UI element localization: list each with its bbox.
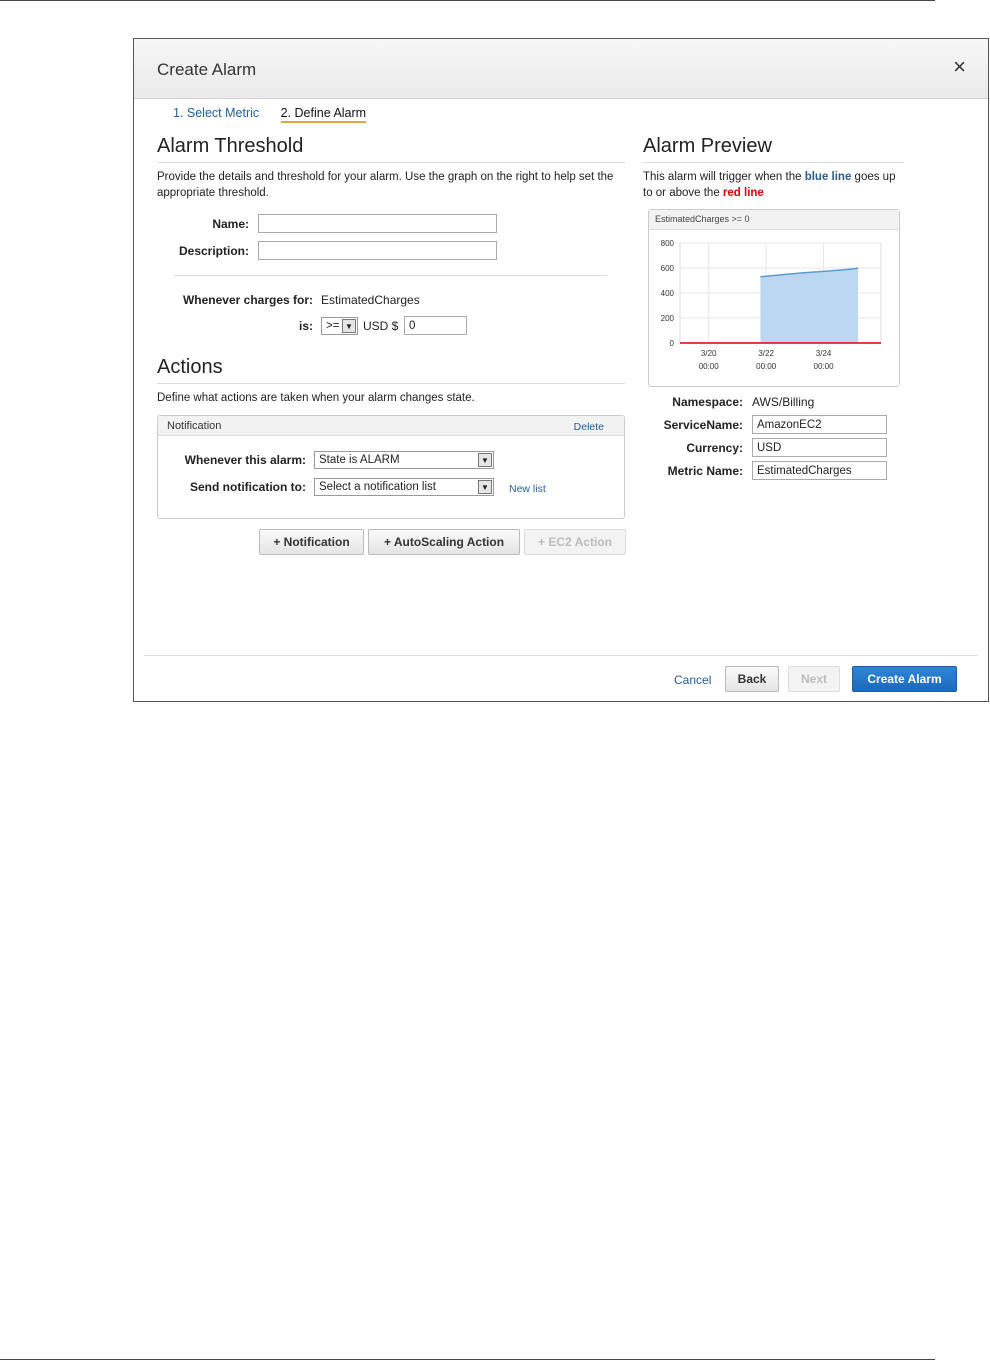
back-button[interactable]: Back xyxy=(725,666,779,692)
delete-notification-link[interactable]: Delete xyxy=(574,421,604,433)
alarm-state-select[interactable]: State is ALARM ▼ xyxy=(314,451,494,469)
footer-divider xyxy=(144,655,978,656)
threshold-description: Provide the details and threshold for yo… xyxy=(157,171,614,199)
dropdown-arrow-icon: ▼ xyxy=(342,319,356,333)
create-alarm-dialog: Create Alarm × 1. Select Metric 2. Defin… xyxy=(133,38,989,702)
alarm-preview-chart: EstimatedCharges >= 0 0 200 400 600 800 3/20 0… xyxy=(648,209,900,387)
metric-name-field xyxy=(752,461,887,480)
y-tick-label: 800 xyxy=(661,239,675,248)
is-label: is: xyxy=(298,319,313,333)
notification-header: Notification Delete xyxy=(158,416,624,436)
section-divider xyxy=(157,162,625,163)
cancel-link[interactable]: Cancel xyxy=(674,673,711,687)
namespace-label: Namespace: xyxy=(672,395,743,409)
red-line-text: red line xyxy=(722,187,764,199)
step-define-alarm[interactable]: 2. Define Alarm xyxy=(280,106,367,123)
form-divider xyxy=(174,275,607,276)
charges-label: Whenever charges for: xyxy=(182,293,313,307)
operator-select[interactable]: >= ▼ xyxy=(321,317,358,335)
series-area xyxy=(760,268,859,343)
x-tick-time-label: 00:00 xyxy=(756,362,777,371)
y-tick-label: 400 xyxy=(661,289,675,298)
section-divider xyxy=(157,383,625,384)
step-select-metric[interactable]: 1. Select Metric xyxy=(173,106,259,120)
currency-field xyxy=(752,438,887,457)
page-bottom-rule xyxy=(0,1359,935,1360)
service-name-field xyxy=(752,415,887,434)
preview-description: This alarm will trigger when the blue li… xyxy=(643,169,905,201)
y-tick-label: 0 xyxy=(670,339,675,348)
operator-value: >= xyxy=(326,320,340,332)
chart-plot: 0 200 400 600 800 3/20 00:00 3/22 00:00 3/24 00:00 xyxy=(661,239,882,371)
service-name-label: ServiceName: xyxy=(663,418,743,432)
preview-text-before: This alarm will trigger when the xyxy=(643,171,805,183)
notification-action-box: Notification Delete Whenever this alarm:… xyxy=(157,415,625,519)
metric-name-label: Metric Name: xyxy=(667,464,743,478)
namespace-value: AWS/Billing xyxy=(752,395,815,409)
add-autoscaling-action-button[interactable]: + AutoScaling Action xyxy=(368,529,520,555)
dropdown-arrow-icon: ▼ xyxy=(478,480,492,494)
send-notification-label: Send notification to: xyxy=(190,480,306,494)
next-button[interactable]: Next xyxy=(788,666,840,692)
y-tick-label: 200 xyxy=(661,314,675,323)
x-tick-label: 3/22 xyxy=(758,349,774,358)
threshold-input[interactable] xyxy=(404,316,467,335)
x-tick-time-label: 00:00 xyxy=(814,362,835,371)
x-tick-label: 3/20 xyxy=(701,349,717,358)
alarm-state-value: State is ALARM xyxy=(319,454,400,466)
page-top-rule xyxy=(0,0,935,1)
section-divider xyxy=(643,162,904,163)
alarm-threshold-title: Alarm Threshold xyxy=(157,135,304,157)
actions-description: Define what actions are taken when your … xyxy=(157,392,475,404)
dropdown-arrow-icon: ▼ xyxy=(478,453,492,467)
x-tick-time-label: 00:00 xyxy=(699,362,720,371)
wizard-steps: 1. Select Metric 2. Define Alarm xyxy=(173,106,384,123)
y-tick-label: 600 xyxy=(661,264,675,273)
notification-title: Notification xyxy=(167,420,222,432)
charges-metric-value: EstimatedCharges xyxy=(321,293,420,307)
actions-title: Actions xyxy=(157,356,223,378)
chart-title: EstimatedCharges >= 0 xyxy=(649,210,899,230)
new-list-link[interactable]: New list xyxy=(509,483,546,495)
dialog-header: Create Alarm × xyxy=(134,39,988,99)
alarm-preview-title: Alarm Preview xyxy=(643,135,772,157)
currency-label: Currency: xyxy=(686,441,743,455)
notification-list-value: Select a notification list xyxy=(319,481,436,493)
state-label: Whenever this alarm: xyxy=(184,453,306,467)
blue-line-text: blue line xyxy=(804,171,852,183)
x-tick-label: 3/24 xyxy=(816,349,832,358)
notification-list-select[interactable]: Select a notification list ▼ xyxy=(314,478,494,496)
create-alarm-button[interactable]: Create Alarm xyxy=(852,666,957,692)
description-input[interactable] xyxy=(258,241,497,260)
add-notification-button[interactable]: + Notification xyxy=(259,529,364,555)
currency-prefix: USD $ xyxy=(363,319,399,333)
dialog-title: Create Alarm xyxy=(157,60,257,79)
add-ec2-action-button[interactable]: + EC2 Action xyxy=(524,529,626,555)
name-input[interactable] xyxy=(258,214,497,233)
name-label: Name: xyxy=(212,217,249,231)
close-icon[interactable]: × xyxy=(953,55,966,79)
description-label: Description: xyxy=(178,244,249,258)
